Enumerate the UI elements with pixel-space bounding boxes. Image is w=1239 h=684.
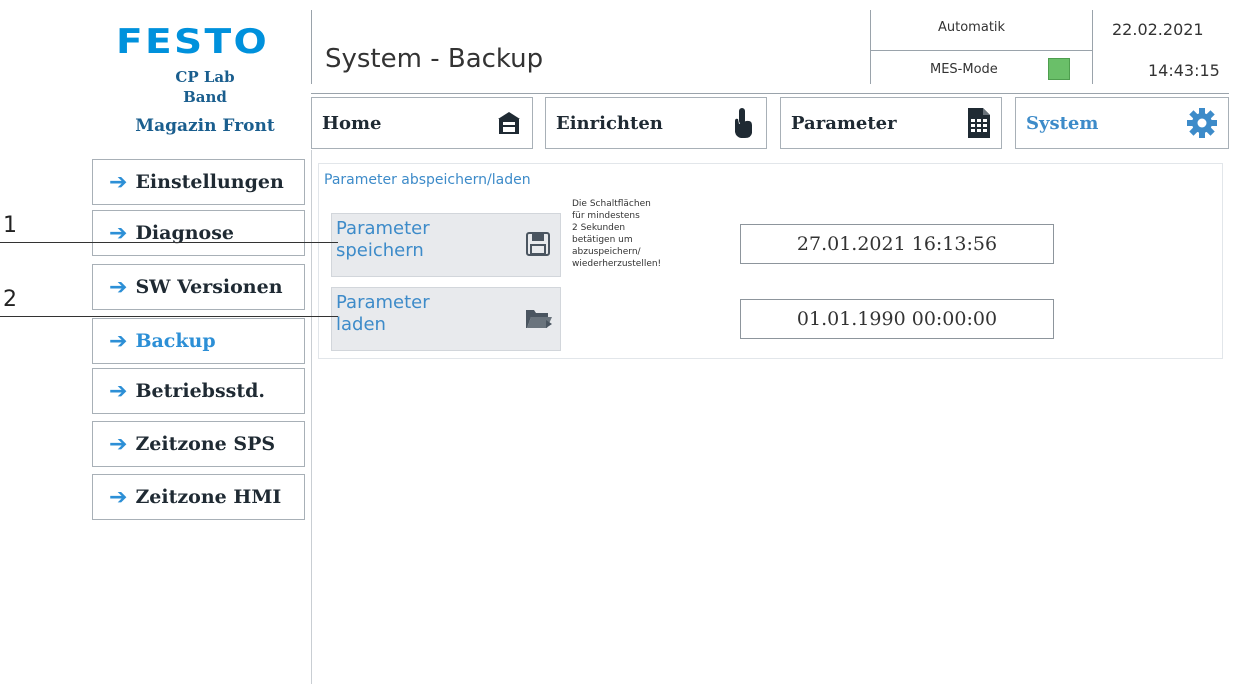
save-parameters-button[interactable]: Parameter speichern bbox=[331, 213, 561, 277]
mode-status: Automatik bbox=[938, 20, 1006, 35]
sidebar-item-label: SW Versionen bbox=[135, 276, 283, 298]
sidebar-item-zeitzone-hmi[interactable]: ➔ Zeitzone HMI bbox=[92, 474, 305, 520]
sidebar-item-betriebsstd[interactable]: ➔ Betriebsstd. bbox=[92, 368, 305, 414]
logo-line-cp-lab: CP Lab bbox=[175, 68, 235, 86]
logo-line-station: Magazin Front bbox=[135, 116, 275, 136]
arrow-right-icon: ➔ bbox=[109, 484, 128, 510]
status-divider bbox=[870, 10, 871, 84]
date-display: 22.02.2021 bbox=[1112, 20, 1204, 39]
festo-logo-block: FESTO CP Lab Band Magazin Front bbox=[100, 0, 310, 155]
load-parameters-button[interactable]: Parameter laden bbox=[331, 287, 561, 351]
hand-pointer-icon bbox=[730, 107, 756, 139]
callout-line-2 bbox=[0, 316, 338, 317]
hint-line: Die Schaltflächen bbox=[572, 199, 651, 209]
sidebar-item-label: Zeitzone HMI bbox=[135, 486, 282, 508]
tab-einrichten[interactable]: Einrichten bbox=[545, 97, 767, 149]
load-button-line1: Parameter bbox=[336, 292, 430, 313]
tab-einrichten-label: Einrichten bbox=[556, 112, 663, 134]
floppy-disk-icon bbox=[524, 230, 552, 258]
header-bottom-rule bbox=[311, 93, 1229, 94]
sidebar-item-einstellungen[interactable]: ➔ Einstellungen bbox=[92, 159, 305, 205]
hold-hint-text: Die Schaltflächen für mindestens 2 Sekun… bbox=[572, 198, 722, 270]
hint-line: betätigen um bbox=[572, 235, 633, 245]
arrow-right-icon: ➔ bbox=[109, 274, 128, 300]
tab-home-label: Home bbox=[322, 112, 382, 134]
document-table-icon bbox=[967, 107, 991, 139]
arrow-right-icon: ➔ bbox=[109, 431, 128, 457]
mes-mode-indicator bbox=[1048, 58, 1070, 80]
logo-line-band: Band bbox=[183, 88, 227, 106]
tab-parameter[interactable]: Parameter bbox=[780, 97, 1002, 149]
sidebar-item-label: Betriebsstd. bbox=[135, 380, 266, 402]
tab-home[interactable]: Home bbox=[311, 97, 533, 149]
sidebar-item-label: Zeitzone SPS bbox=[135, 433, 276, 455]
save-timestamp-field: 27.01.2021 16:13:56 bbox=[740, 224, 1054, 264]
tab-parameter-label: Parameter bbox=[791, 112, 897, 134]
sidebar-item-label: Backup bbox=[135, 330, 216, 352]
tab-system-label: System bbox=[1026, 112, 1099, 134]
save-button-line2: speichern bbox=[336, 240, 424, 261]
hint-line: wiederherzustellen! bbox=[572, 259, 662, 269]
hint-line: 2 Sekunden bbox=[572, 223, 626, 233]
sidebar-item-label: Diagnose bbox=[135, 222, 234, 244]
header-divider bbox=[311, 10, 312, 84]
status-mid-rule bbox=[870, 50, 1092, 51]
sidebar-item-backup[interactable]: ➔ Backup bbox=[92, 318, 305, 364]
sidebar-item-diagnose[interactable]: ➔ Diagnose bbox=[92, 210, 305, 256]
cabinet-icon bbox=[496, 110, 522, 136]
mes-mode-label: MES-Mode bbox=[930, 62, 998, 77]
arrow-right-icon: ➔ bbox=[109, 378, 128, 404]
arrow-right-icon: ➔ bbox=[109, 328, 128, 354]
save-button-line1: Parameter bbox=[336, 218, 430, 239]
section-title: Parameter abspeichern/laden bbox=[324, 172, 531, 188]
hint-line: für mindestens bbox=[572, 211, 640, 221]
hint-line: abzuspeichern/ bbox=[572, 247, 641, 257]
festo-logo: FESTO bbox=[116, 22, 270, 62]
sidebar-item-sw-versionen[interactable]: ➔ SW Versionen bbox=[92, 264, 305, 310]
folder-open-icon bbox=[524, 304, 552, 332]
tab-system[interactable]: System bbox=[1015, 97, 1229, 149]
callout-number-1: 1 bbox=[3, 213, 17, 238]
content-divider bbox=[311, 150, 312, 684]
sidebar-item-zeitzone-sps[interactable]: ➔ Zeitzone SPS bbox=[92, 421, 305, 467]
gear-icon bbox=[1186, 107, 1218, 139]
callout-line-1 bbox=[0, 242, 338, 243]
page-title: System - Backup bbox=[325, 44, 544, 74]
time-display: 14:43:15 bbox=[1148, 61, 1220, 80]
load-button-line2: laden bbox=[336, 314, 386, 335]
callout-number-2: 2 bbox=[3, 287, 17, 312]
sidebar-item-label: Einstellungen bbox=[135, 171, 284, 193]
date-divider bbox=[1092, 10, 1093, 84]
load-timestamp-field: 01.01.1990 00:00:00 bbox=[740, 299, 1054, 339]
arrow-right-icon: ➔ bbox=[109, 169, 128, 195]
